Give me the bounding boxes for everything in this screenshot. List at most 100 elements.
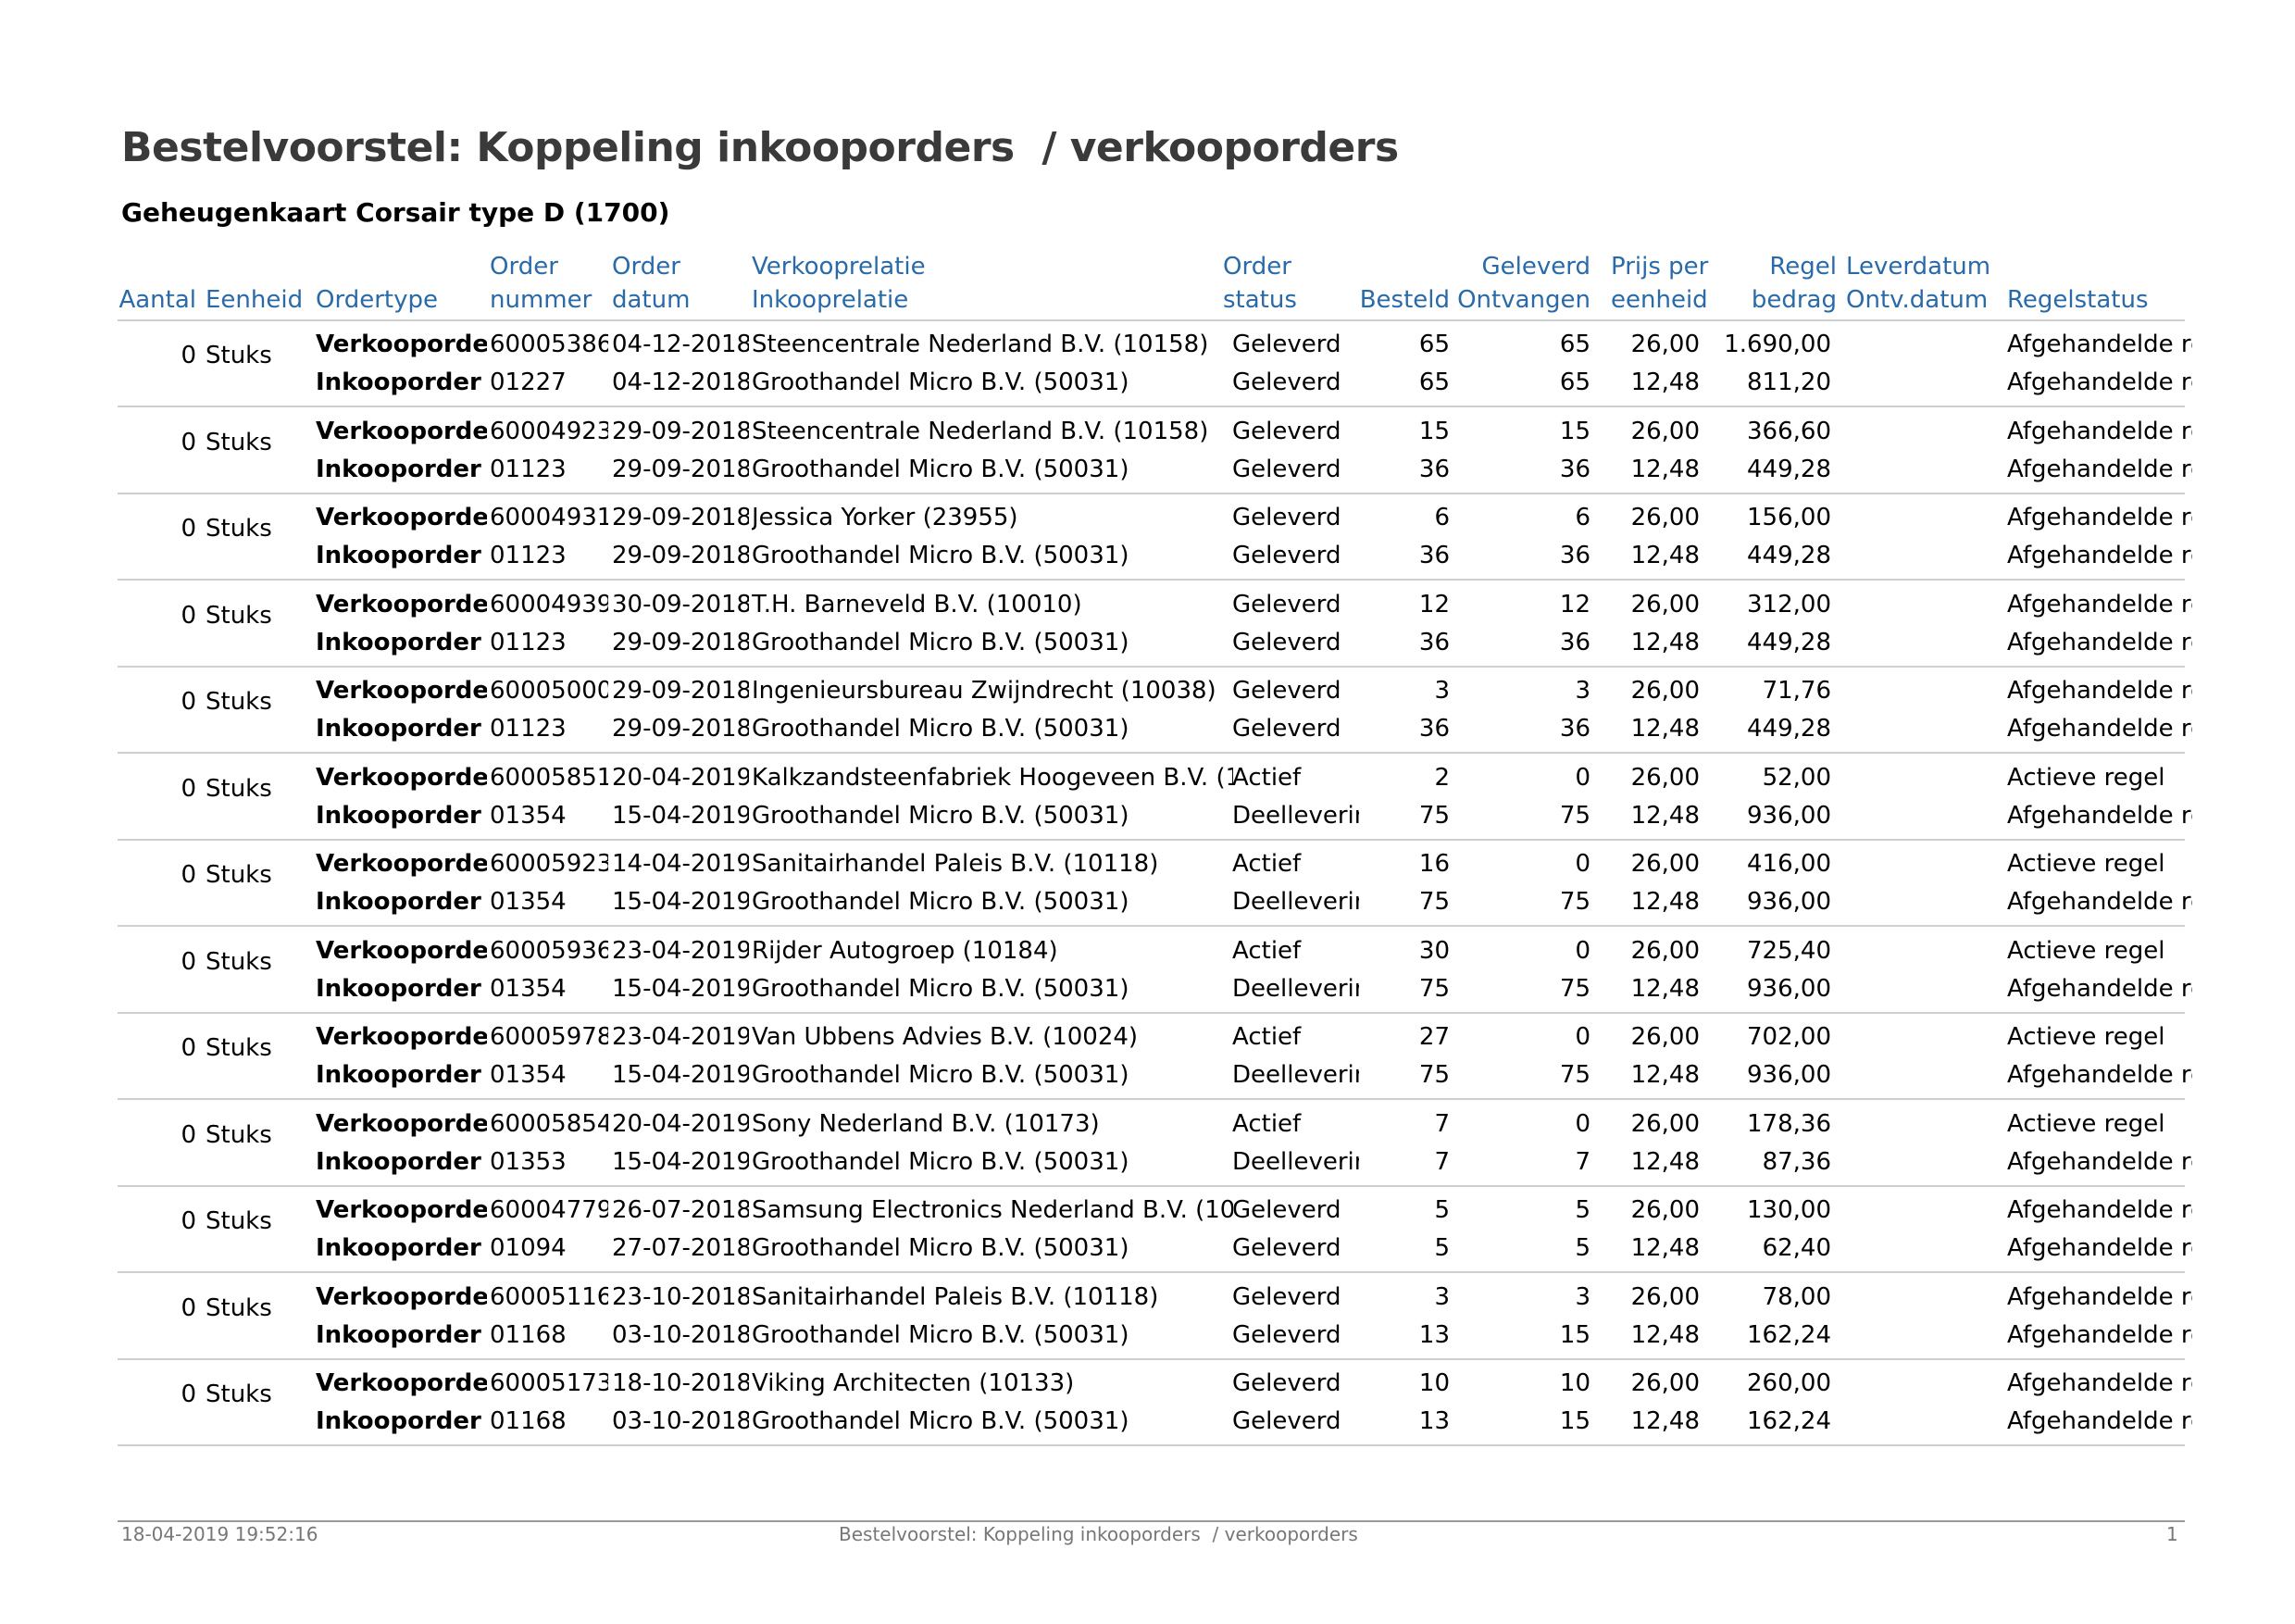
geleverd-cell: 75 xyxy=(1559,974,1590,1003)
orderdatum-cell: 27-07-2018 xyxy=(612,1234,749,1262)
ordertype-cell: Inkooporder xyxy=(316,1407,481,1435)
ordertype-cell: Verkooporder xyxy=(316,850,487,878)
prijs-cell: 12,48 xyxy=(1630,1234,1700,1262)
besteld-cell: 15 xyxy=(1418,417,1450,445)
geleverd-cell: 12 xyxy=(1559,590,1590,618)
prijs-cell: 12,48 xyxy=(1630,715,1700,743)
relatie-cell: Viking Architecten (10133) xyxy=(752,1369,1075,1397)
header-orderstatus-1: Order xyxy=(1223,253,1291,281)
geleverd-cell: 15 xyxy=(1559,1407,1590,1435)
aantal-cell: 0 xyxy=(181,342,196,369)
orderdatum-cell: 30-09-2018 xyxy=(612,590,749,618)
prijs-cell: 26,00 xyxy=(1630,677,1700,705)
regelbedrag-cell: 702,00 xyxy=(1747,1023,1831,1051)
besteld-cell: 3 xyxy=(1434,1282,1450,1311)
relatie-cell: Groothandel Micro B.V. (50031) xyxy=(752,1234,1129,1262)
ordernummer-cell: 01168 xyxy=(490,1320,567,1349)
regelbedrag-cell: 936,00 xyxy=(1747,888,1831,916)
prijs-cell: 26,00 xyxy=(1630,1369,1700,1397)
relatie-cell: Samsung Electronics Nederland B.V. (1016… xyxy=(752,1196,1233,1224)
ordertype-cell: Verkooporder xyxy=(316,1023,487,1051)
header-geleverd-1: Geleverd xyxy=(1481,253,1590,281)
regelbedrag-cell: 811,20 xyxy=(1747,369,1831,396)
row-divider xyxy=(118,1098,2185,1100)
geleverd-cell: 15 xyxy=(1559,417,1590,445)
prijs-cell: 12,48 xyxy=(1630,455,1700,483)
regelbedrag-cell: 87,36 xyxy=(1762,1147,1831,1176)
orderdatum-cell: 29-09-2018 xyxy=(612,504,749,531)
ordertype-cell: Inkooporder xyxy=(316,888,481,916)
ordernummer-cell: 60004923 xyxy=(490,417,608,445)
geleverd-cell: 15 xyxy=(1559,1320,1590,1349)
orderdatum-cell: 18-10-2018 xyxy=(612,1369,749,1397)
ordertype-cell: Inkooporder xyxy=(316,974,481,1003)
ordernummer-cell: 01123 xyxy=(490,455,567,483)
besteld-cell: 7 xyxy=(1434,1109,1450,1138)
geleverd-cell: 65 xyxy=(1559,331,1590,358)
ordertype-cell: Inkooporder xyxy=(316,1320,481,1349)
orderdatum-cell: 29-09-2018 xyxy=(612,677,749,705)
ordernummer-cell: 60004931 xyxy=(490,504,608,531)
prijs-cell: 26,00 xyxy=(1630,763,1700,792)
geleverd-cell: 75 xyxy=(1559,888,1590,916)
besteld-cell: 36 xyxy=(1418,715,1450,743)
regelbedrag-cell: 162,24 xyxy=(1747,1407,1831,1435)
geleverd-cell: 0 xyxy=(1575,763,1590,792)
relatie-cell: Van Ubbens Advies B.V. (10024) xyxy=(752,1023,1139,1051)
geleverd-cell: 3 xyxy=(1575,677,1590,705)
eenheid-cell: Stuks xyxy=(206,861,272,889)
regelstatus-cell: Afgehandelde regel xyxy=(2007,1369,2192,1397)
ordertype-cell: Inkooporder xyxy=(316,1147,481,1176)
orderdatum-cell: 15-04-2019 xyxy=(612,801,749,830)
regelbedrag-cell: 449,28 xyxy=(1747,628,1831,656)
orderdatum-cell: 20-04-2019 xyxy=(612,763,749,792)
ordernummer-cell: 60005854 xyxy=(490,1109,608,1138)
ordertype-cell: Inkooporder xyxy=(316,715,481,743)
regelstatus-cell: Actieve regel xyxy=(2007,936,2165,965)
header-prijs-1: Prijs per xyxy=(1611,253,1709,281)
regelbedrag-cell: 936,00 xyxy=(1747,1061,1831,1089)
prijs-cell: 12,48 xyxy=(1630,628,1700,656)
geleverd-cell: 7 xyxy=(1575,1147,1590,1176)
ordertype-cell: Inkooporder xyxy=(316,801,481,830)
regelstatus-cell: Afgehandelde regel xyxy=(2007,628,2192,656)
relatie-cell: Sony Nederland B.V. (10173) xyxy=(752,1109,1100,1138)
relatie-cell: Groothandel Micro B.V. (50031) xyxy=(752,542,1129,569)
regelstatus-cell: Afgehandelde regel xyxy=(2007,590,2192,618)
header-geleverd-2: Ontvangen xyxy=(1457,286,1590,314)
orderdatum-cell: 29-09-2018 xyxy=(612,628,749,656)
besteld-cell: 75 xyxy=(1418,888,1450,916)
regelstatus-cell: Afgehandelde regel xyxy=(2007,1196,2192,1224)
ordernummer-cell: 01354 xyxy=(490,974,567,1003)
prijs-cell: 26,00 xyxy=(1630,1023,1700,1051)
relatie-cell: Sanitairhandel Paleis B.V. (10118) xyxy=(752,850,1159,878)
row-divider xyxy=(118,752,2185,754)
aantal-cell: 0 xyxy=(181,1293,196,1322)
eenheid-cell: Stuks xyxy=(206,428,272,456)
orderdatum-cell: 04-12-2018 xyxy=(612,331,749,358)
eenheid-cell: Stuks xyxy=(206,1120,272,1149)
ordernummer-cell: 60005851 xyxy=(490,763,608,792)
aantal-cell: 0 xyxy=(181,1207,196,1235)
prijs-cell: 12,48 xyxy=(1630,801,1700,830)
regelstatus-cell: Actieve regel xyxy=(2007,763,2165,792)
regelstatus-cell: Afgehandelde regel xyxy=(2007,504,2192,531)
aantal-cell: 0 xyxy=(181,1120,196,1149)
besteld-cell: 7 xyxy=(1434,1147,1450,1176)
header-regel-1: Regel xyxy=(1769,253,1837,281)
header-regel-2: bedrag xyxy=(1751,286,1837,314)
regelbedrag-cell: 312,00 xyxy=(1747,590,1831,618)
ordernummer-cell: 01123 xyxy=(490,715,567,743)
ordernummer-cell: 60004939 xyxy=(490,590,608,618)
row-divider xyxy=(118,1357,2185,1360)
prijs-cell: 12,48 xyxy=(1630,974,1700,1003)
besteld-cell: 75 xyxy=(1418,1061,1450,1089)
geleverd-cell: 75 xyxy=(1559,801,1590,830)
aantal-cell: 0 xyxy=(181,1034,196,1062)
orderdatum-cell: 29-09-2018 xyxy=(612,542,749,569)
orderdatum-cell: 15-04-2019 xyxy=(612,1061,749,1089)
regelbedrag-cell: 52,00 xyxy=(1762,763,1831,792)
ordernummer-cell: 60005978 xyxy=(490,1023,608,1051)
relatie-cell: T.H. Barneveld B.V. (10010) xyxy=(752,590,1082,618)
ordernummer-cell: 60005116 xyxy=(490,1282,608,1311)
